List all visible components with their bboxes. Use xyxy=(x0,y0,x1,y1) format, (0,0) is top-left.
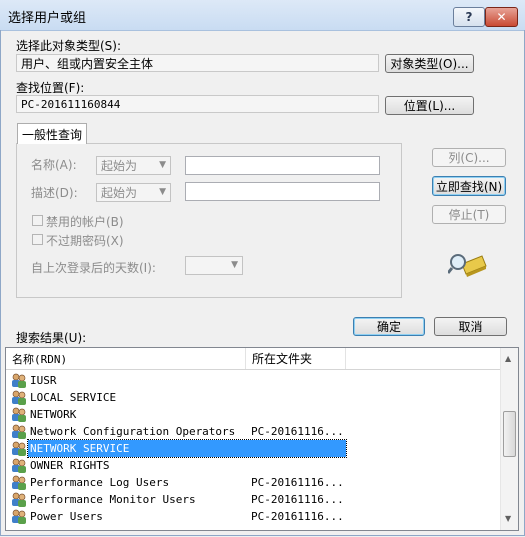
object-type-label: 选择此对象类型(S): xyxy=(16,39,122,53)
row-folder: PC-20161116... xyxy=(251,476,344,489)
row-name: Power Users xyxy=(30,510,103,523)
help-icon: ? xyxy=(465,10,473,24)
row-name: IUSR xyxy=(30,374,57,387)
locations-button-label: 位置(L)... xyxy=(403,99,456,113)
find-now-button[interactable]: 立即查找(N) xyxy=(432,176,506,196)
disabled-accounts-checkbox[interactable] xyxy=(32,215,43,226)
table-row[interactable]: Performance Log Users PC-20161116... xyxy=(6,474,500,491)
table-row[interactable]: LOCAL SERVICE xyxy=(6,389,500,406)
object-types-button[interactable]: 对象类型(O)... xyxy=(385,54,474,73)
search-flashlight-icon xyxy=(448,254,487,277)
locations-button[interactable]: 位置(L)... xyxy=(385,96,474,115)
name-label: 名称(A): xyxy=(31,158,77,172)
scroll-up-icon[interactable]: ▲ xyxy=(505,354,511,363)
window-title: 选择用户或组 xyxy=(8,11,87,26)
description-input[interactable] xyxy=(185,182,380,201)
description-mode-select[interactable]: 起始为 ▼ xyxy=(96,183,171,202)
disabled-accounts-label: 禁用的帐户(B) xyxy=(46,215,124,229)
stop-button[interactable]: 停止(T) xyxy=(432,205,506,224)
scroll-down-icon[interactable]: ▼ xyxy=(505,514,511,523)
row-name: NETWORK xyxy=(30,408,77,421)
column-header-name-label: 名称(RDN) xyxy=(12,352,68,366)
location-label: 查找位置(F): xyxy=(16,81,85,95)
vertical-scrollbar[interactable]: ▲ ▼ xyxy=(500,348,518,530)
table-row[interactable]: NETWORK SERVICE xyxy=(6,439,500,458)
row-name: LOCAL SERVICE xyxy=(30,391,117,404)
ok-button-label: 确定 xyxy=(376,320,401,334)
results-header: 名称(RDN) 所在文件夹 xyxy=(6,348,500,370)
description-label: 描述(D): xyxy=(31,186,78,200)
row-name: Network Configuration Operators xyxy=(30,425,236,438)
user-group-icon xyxy=(12,390,26,405)
search-results-list[interactable]: 名称(RDN) 所在文件夹 IUSR LOCAL SERVICE NETWORK Ne… xyxy=(5,347,519,531)
user-group-icon xyxy=(12,458,26,473)
non-expiring-password-checkbox[interactable] xyxy=(32,234,43,245)
row-name: OWNER RIGHTS xyxy=(30,459,110,472)
description-mode-value: 起始为 xyxy=(101,186,138,200)
object-type-value: 用户、组或内置安全主体 xyxy=(21,56,154,71)
table-row[interactable]: Power Users PC-20161116... xyxy=(6,508,500,525)
object-type-field: 用户、组或内置安全主体 xyxy=(16,54,379,72)
user-group-icon xyxy=(12,441,26,456)
scroll-thumb[interactable] xyxy=(503,411,516,457)
table-row[interactable]: NETWORK xyxy=(6,406,500,423)
columns-button[interactable]: 列(C)... xyxy=(432,148,506,167)
tab-common-query-label: 一般性查询 xyxy=(21,127,82,142)
user-group-icon xyxy=(12,509,26,524)
location-field: PC-201611160844 xyxy=(16,95,379,113)
name-mode-select[interactable]: 起始为 ▼ xyxy=(96,156,171,175)
row-folder: PC-20161116... xyxy=(251,425,344,438)
close-icon: ✕ xyxy=(496,10,507,24)
table-row[interactable]: Performance Monitor Users PC-20161116... xyxy=(6,491,500,508)
help-button[interactable]: ? xyxy=(453,7,485,27)
cancel-button-label: 取消 xyxy=(458,320,483,334)
user-group-icon xyxy=(12,424,26,439)
row-name: Performance Log Users xyxy=(30,476,170,489)
user-group-icon xyxy=(12,492,26,507)
name-mode-value: 起始为 xyxy=(101,159,138,173)
tab-common-query[interactable]: 一般性查询 xyxy=(17,123,87,144)
location-value: PC-201611160844 xyxy=(21,97,121,111)
title-bar[interactable]: 选择用户或组 ? ✕ xyxy=(0,0,525,31)
search-results-label: 搜索结果(U): xyxy=(16,331,87,345)
days-since-logon-select[interactable]: ▼ xyxy=(185,256,243,275)
table-row[interactable]: IUSR xyxy=(6,372,500,389)
chevron-down-icon: ▼ xyxy=(159,160,166,170)
non-expiring-password-label: 不过期密码(X) xyxy=(46,234,124,248)
row-folder: PC-20161116... xyxy=(251,493,344,506)
column-header-name[interactable]: 名称(RDN) xyxy=(6,348,246,369)
columns-button-label: 列(C)... xyxy=(448,151,490,165)
row-name: NETWORK SERVICE xyxy=(27,439,347,458)
column-header-folder-label: 所在文件夹 xyxy=(252,352,313,366)
name-input[interactable] xyxy=(185,156,380,175)
user-group-icon xyxy=(12,373,26,388)
days-since-logon-label: 自上次登录后的天数(I): xyxy=(31,261,156,275)
column-header-folder[interactable]: 所在文件夹 xyxy=(246,348,346,369)
chevron-down-icon: ▼ xyxy=(159,187,166,197)
cancel-button[interactable]: 取消 xyxy=(434,317,507,336)
ok-button[interactable]: 确定 xyxy=(353,317,425,336)
stop-button-label: 停止(T) xyxy=(448,208,490,222)
find-now-button-label: 立即查找(N) xyxy=(435,179,503,194)
chevron-down-icon: ▼ xyxy=(231,260,238,270)
table-row[interactable]: OWNER RIGHTS xyxy=(6,457,500,474)
user-group-icon xyxy=(12,407,26,422)
row-name: Performance Monitor Users xyxy=(30,493,196,506)
close-button[interactable]: ✕ xyxy=(485,7,518,27)
user-group-icon xyxy=(12,475,26,490)
table-row[interactable]: Network Configuration Operators PC-201611… xyxy=(6,423,500,440)
object-types-button-label: 对象类型(O)... xyxy=(390,57,469,71)
row-folder: PC-20161116... xyxy=(251,510,344,523)
